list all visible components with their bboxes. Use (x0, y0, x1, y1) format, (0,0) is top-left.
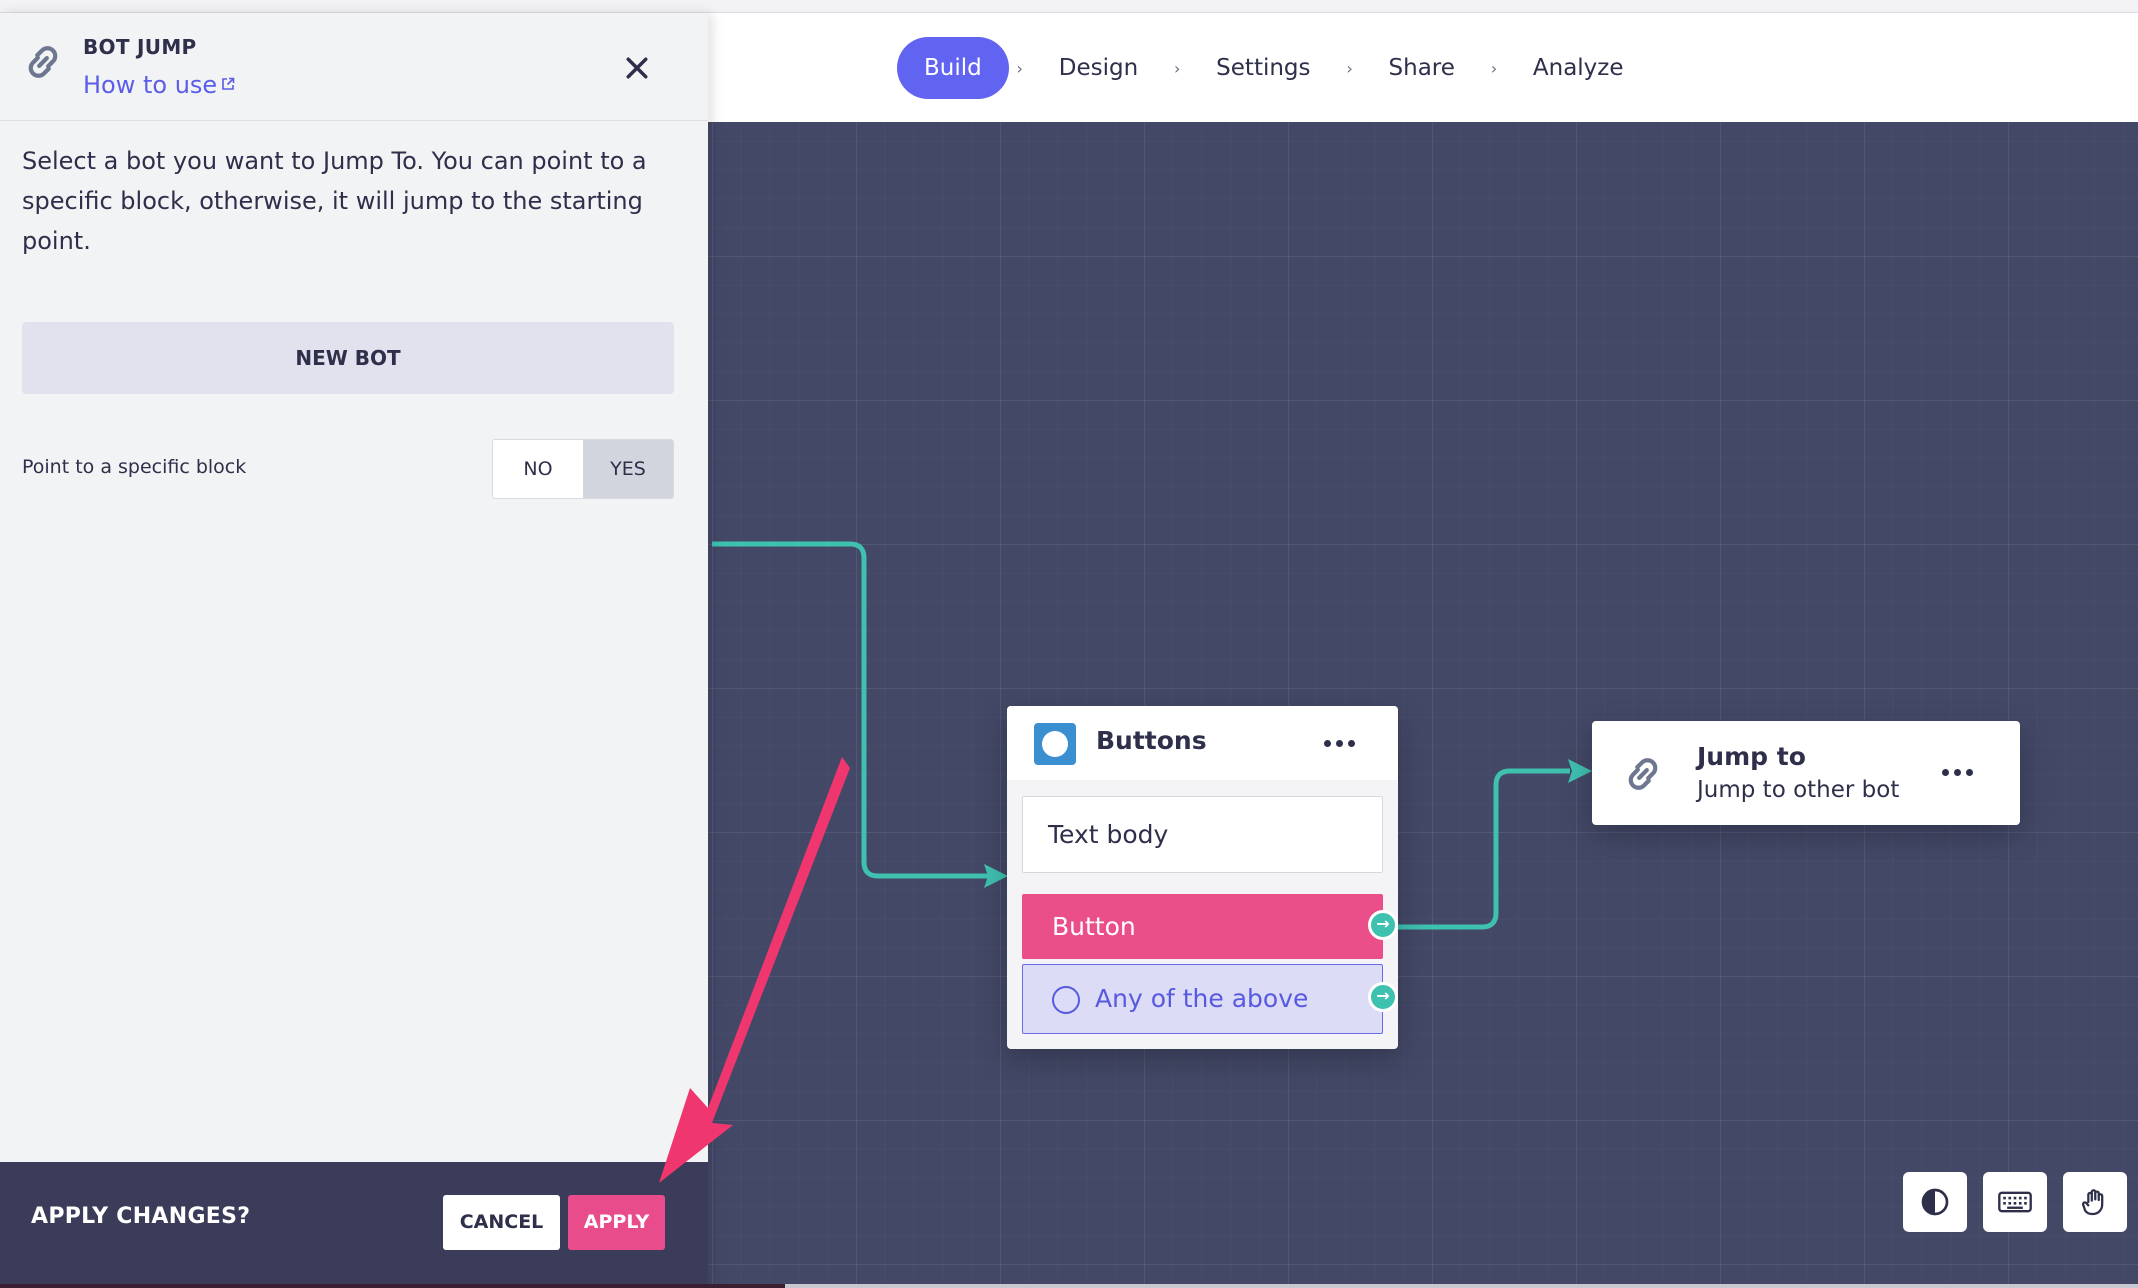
keyboard-icon (1998, 1191, 2032, 1213)
panel-header: BOT JUMP How to use (0, 13, 708, 121)
step-design[interactable]: Design (1031, 37, 1166, 99)
block-subtitle: Jump to other bot (1697, 777, 1900, 803)
button-option[interactable]: Button (1022, 894, 1383, 959)
point-to-block-toggle: NO YES (492, 439, 674, 499)
point-to-block-label: Point to a specific block (22, 456, 247, 478)
new-bot-button[interactable]: NEW BOT (22, 322, 674, 394)
block-title: Jump to (1697, 742, 1806, 771)
contrast-toggle-button[interactable] (1903, 1172, 1967, 1232)
contrast-icon (1921, 1188, 1949, 1216)
pan-mode-button[interactable] (2063, 1172, 2127, 1232)
buttons-block[interactable]: Buttons Text body Button Any of the abov… (1007, 706, 1398, 1049)
toggle-no-option[interactable]: NO (493, 440, 583, 498)
question-icon (1052, 986, 1080, 1014)
panel-description: Select a bot you want to Jump To. You ca… (22, 147, 647, 255)
apply-changes-bar: APPLY CHANGES? CANCEL APPLY (0, 1162, 708, 1284)
step-settings[interactable]: Settings (1188, 37, 1338, 99)
any-of-above-label: Any of the above (1095, 984, 1309, 1013)
output-port-icon[interactable]: → (1368, 982, 1398, 1012)
output-port-icon[interactable]: → (1368, 910, 1398, 940)
link-icon (28, 46, 58, 78)
block-title: Buttons (1096, 726, 1207, 755)
bot-jump-panel: BOT JUMP How to use Select a bot you wan… (0, 13, 708, 1288)
more-options-icon[interactable] (1324, 740, 1355, 747)
step-separator: › (1173, 58, 1181, 78)
external-link-icon (222, 77, 235, 90)
step-analyze[interactable]: Analyze (1505, 37, 1652, 99)
step-share[interactable]: Share (1361, 37, 1483, 99)
cancel-button[interactable]: CANCEL (443, 1195, 560, 1250)
apply-changes-prompt: APPLY CHANGES? (31, 1204, 251, 1229)
any-of-above-option[interactable]: Any of the above (1022, 964, 1383, 1034)
link-icon (1628, 758, 1658, 790)
more-options-icon[interactable] (1942, 769, 1973, 776)
step-separator: › (1346, 58, 1353, 78)
close-icon[interactable] (622, 53, 652, 83)
text-body-field[interactable]: Text body (1022, 796, 1383, 873)
toggle-yes-option[interactable]: YES (583, 440, 673, 498)
step-separator: › (1490, 58, 1498, 78)
block-header: Buttons (1007, 706, 1398, 780)
step-separator: › (1016, 58, 1023, 78)
buttons-block-icon (1034, 723, 1076, 765)
keyboard-shortcuts-button[interactable] (1983, 1172, 2047, 1232)
apply-button[interactable]: APPLY (568, 1195, 665, 1250)
hand-icon (2081, 1189, 2104, 1216)
jump-to-block[interactable]: Jump to Jump to other bot (1592, 721, 2020, 825)
how-to-use-link[interactable]: How to use (83, 71, 235, 99)
builder-steps-nav: Build › Design › Settings › Share › Anal… (897, 37, 1652, 99)
bottom-scroll-thumb[interactable] (0, 1284, 785, 1288)
how-to-use-label: How to use (83, 71, 218, 99)
browser-top-line (0, 0, 2138, 13)
panel-kicker: BOT JUMP (83, 35, 197, 59)
step-build[interactable]: Build (897, 37, 1009, 99)
